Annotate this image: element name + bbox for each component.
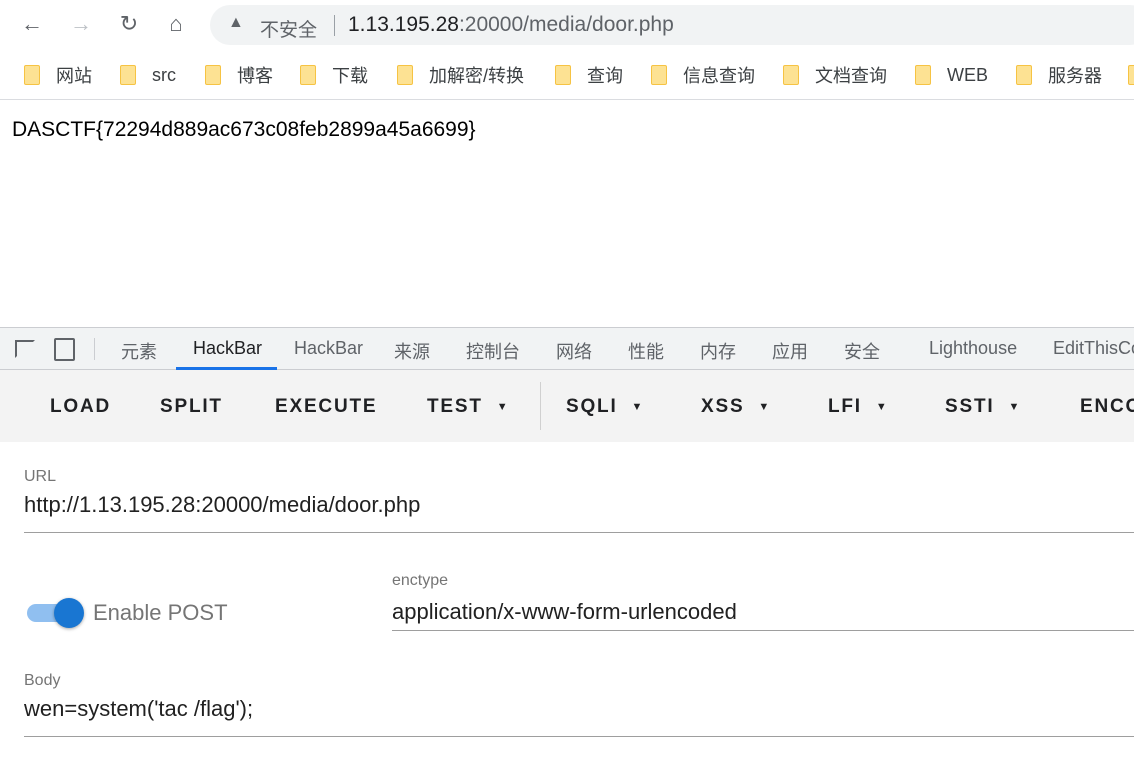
hackbar-button-ssti[interactable]: SSTI ▼ — [945, 396, 1021, 418]
divider — [540, 382, 541, 430]
devtools-tab[interactable]: HackBar — [193, 338, 262, 359]
folder-icon — [24, 65, 40, 85]
hackbar-button-execute[interactable]: EXECUTE — [275, 396, 377, 418]
hackbar-button-lfi[interactable]: LFI ▼ — [828, 396, 889, 418]
button-label: SSTI — [945, 396, 995, 417]
bookmark-label: 信息查询 — [683, 66, 755, 86]
bookmark-label: 网站 — [56, 66, 92, 86]
enctype-underline — [392, 630, 1134, 631]
folder-icon[interactable] — [1128, 63, 1134, 87]
devtools-tab[interactable]: 应用 — [772, 338, 808, 364]
url-path: :20000/media/door.php — [458, 13, 674, 36]
bookmark-label: 文档查询 — [815, 66, 887, 86]
bookmark-label: 查询 — [587, 66, 623, 86]
button-label: TEST — [427, 396, 483, 417]
reload-icon[interactable]: ↻ — [115, 10, 143, 38]
button-label: LFI — [828, 396, 862, 417]
folder-icon — [1016, 65, 1032, 85]
devtools-tab[interactable]: EditThisCo — [1053, 338, 1134, 359]
devtools-tab[interactable]: 元素 — [121, 338, 157, 364]
page-content: DASCTF{72294d889ac673c08feb2899a45a6699} — [12, 118, 476, 141]
bookmark-item[interactable]: 文档查询 — [783, 63, 887, 87]
bookmark-label: src — [152, 64, 176, 85]
toggle-knob[interactable] — [54, 598, 84, 628]
bookmark-item[interactable]: 查询 — [555, 63, 623, 87]
hackbar-toolbar: LOAD SPLIT EXECUTE TEST ▼ SQLI ▼ XSS ▼ LFI ▼ SSTI ▼ E… — [0, 370, 1134, 442]
hackbar-button-test[interactable]: TEST ▼ — [427, 396, 509, 418]
divider — [334, 15, 335, 36]
button-label: ENCO — [1080, 396, 1134, 417]
devtools-tab[interactable]: 性能 — [628, 338, 664, 364]
divider — [94, 338, 95, 360]
button-label: LOAD — [50, 396, 112, 417]
button-label: SQLI — [566, 396, 618, 417]
address-bar[interactable]: ▲ 不安全 1.13.195.28:20000/media/door.php — [210, 5, 1134, 45]
url-underline — [24, 532, 1134, 533]
hackbar-button-enco[interactable]: ENCO — [1080, 396, 1134, 418]
devtools-tab[interactable]: HackBar — [294, 338, 363, 359]
folder-icon — [651, 65, 667, 85]
bookmark-label: 服务器 — [1048, 66, 1102, 86]
caret-down-icon: ▼ — [875, 400, 889, 413]
bookmark-item[interactable]: 服务器 — [1016, 63, 1102, 87]
device-toggle-icon[interactable] — [54, 338, 75, 361]
caret-down-icon: ▼ — [758, 400, 772, 413]
bookmark-label: 下载 — [332, 66, 368, 86]
bookmark-label: 博客 — [237, 66, 273, 86]
forward-icon[interactable]: → — [67, 10, 95, 38]
folder-icon — [205, 65, 221, 85]
devtools-tab[interactable]: Lighthouse — [929, 338, 1017, 359]
browser-toolbar: ← → ↻ ⌂ ▲ 不安全 1.13.195.28:20000/media/do… — [0, 0, 1134, 50]
hackbar-button-split[interactable]: SPLIT — [160, 396, 223, 418]
hackbar-button-sqli[interactable]: SQLI ▼ — [566, 396, 644, 418]
enctype-select[interactable]: application/x-www-form-urlencoded — [392, 599, 737, 625]
devtools-tab[interactable]: 控制台 — [466, 338, 520, 364]
url-label: URL — [24, 468, 57, 485]
caret-down-icon: ▼ — [631, 400, 645, 413]
button-label: SPLIT — [160, 396, 223, 417]
url-host: 1.13.195.28 — [348, 13, 459, 36]
back-icon[interactable]: ← — [18, 10, 46, 38]
bookmark-item[interactable]: src — [120, 63, 176, 87]
bookmarks-bar: 网站 src 博客 下载 加解密/转换 查询 信息查询 文档查询 WEB 服务器 — [0, 50, 1134, 100]
devtools-tabbar: 元素 HackBar HackBar 来源 控制台 网络 性能 内存 应用 安全 Lighthous… — [0, 327, 1134, 370]
url-input[interactable]: http://1.13.195.28:20000/media/door.php — [24, 492, 420, 518]
bookmark-item[interactable]: 信息查询 — [651, 63, 755, 87]
button-label: EXECUTE — [275, 396, 378, 417]
folder-icon — [120, 65, 136, 85]
folder-icon — [783, 65, 799, 85]
caret-down-icon: ▼ — [1008, 400, 1022, 413]
devtools-tab[interactable]: 安全 — [844, 338, 880, 364]
devtools-tab[interactable]: 内存 — [700, 338, 736, 364]
bookmark-item[interactable]: 网站 — [24, 63, 92, 87]
inspect-icon[interactable] — [15, 340, 35, 358]
security-label[interactable]: 不安全 — [260, 15, 317, 42]
bookmark-label: WEB — [947, 64, 989, 85]
warning-icon[interactable]: ▲ — [228, 14, 244, 32]
body-label: Body — [24, 672, 61, 689]
button-label: XSS — [701, 396, 745, 417]
bookmark-item[interactable]: 下载 — [300, 63, 368, 87]
hackbar-button-xss[interactable]: XSS ▼ — [701, 396, 771, 418]
folder-icon — [915, 65, 931, 85]
enable-post-label: Enable POST — [93, 600, 228, 625]
home-icon[interactable]: ⌂ — [162, 10, 190, 38]
bookmark-item[interactable]: 加解密/转换 — [397, 63, 524, 87]
hackbar-button-load[interactable]: LOAD — [50, 396, 111, 418]
bookmark-item[interactable]: 博客 — [205, 63, 273, 87]
body-input[interactable]: wen=system('tac /flag'); — [24, 696, 253, 722]
url-text[interactable]: 1.13.195.28:20000/media/door.php — [348, 13, 674, 37]
folder-icon — [397, 65, 413, 85]
bookmark-label: 加解密/转换 — [429, 66, 525, 86]
bookmark-item[interactable]: WEB — [915, 63, 988, 87]
devtools-tab[interactable]: 网络 — [556, 338, 592, 364]
folder-icon — [555, 65, 571, 85]
devtools-tab[interactable]: 来源 — [394, 338, 430, 364]
body-underline — [24, 736, 1134, 737]
caret-down-icon: ▼ — [496, 400, 510, 413]
folder-icon — [300, 65, 316, 85]
enctype-label: enctype — [392, 572, 449, 589]
